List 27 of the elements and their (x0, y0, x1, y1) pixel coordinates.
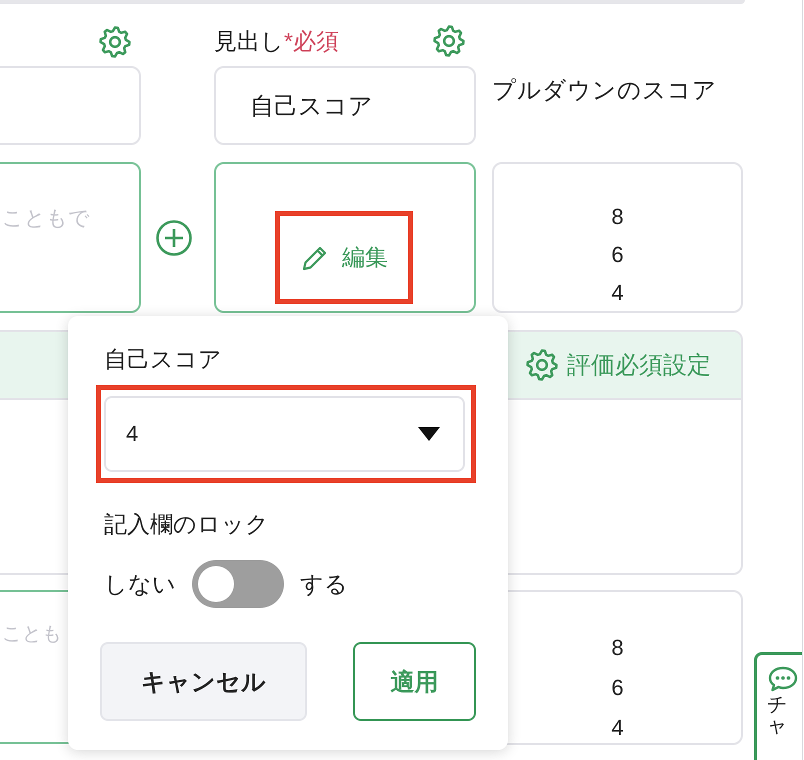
score-dropdown[interactable]: 4 (104, 396, 465, 472)
heading-field[interactable]: 自己スコア (214, 66, 476, 145)
edit-button[interactable]: 編集 (300, 242, 388, 273)
lock-toggle[interactable] (192, 560, 284, 608)
heading-label: 見出し*必須 (214, 26, 339, 56)
dropdown-arrow-icon (417, 426, 441, 442)
settings-icon[interactable] (525, 348, 559, 382)
score-option: 6 (611, 668, 624, 708)
chat-bubble-icon (767, 665, 799, 693)
lock-label: 記入欄のロック (104, 510, 270, 539)
pulldown-label: プルダウンのスコア (492, 76, 718, 105)
settings-icon[interactable] (432, 24, 466, 58)
add-icon[interactable] (154, 218, 192, 256)
score-option: 6 (611, 236, 624, 274)
score-option: 4 (611, 708, 624, 748)
settings-icon[interactable] (98, 25, 132, 59)
panel-header: 評価必須設定 (567, 351, 711, 381)
input-field[interactable] (0, 66, 141, 145)
apply-button[interactable]: 適用 (353, 642, 476, 721)
off-label: しない (104, 570, 176, 598)
field-label: 自己スコア (104, 345, 223, 374)
score-option: 8 (611, 628, 624, 668)
score-option: 8 (611, 198, 624, 236)
cancel-button[interactable]: キャンセル (100, 642, 307, 721)
on-label: する (300, 570, 348, 598)
chat-tab[interactable]: チャ (754, 652, 802, 760)
score-option: 4 (611, 274, 624, 312)
